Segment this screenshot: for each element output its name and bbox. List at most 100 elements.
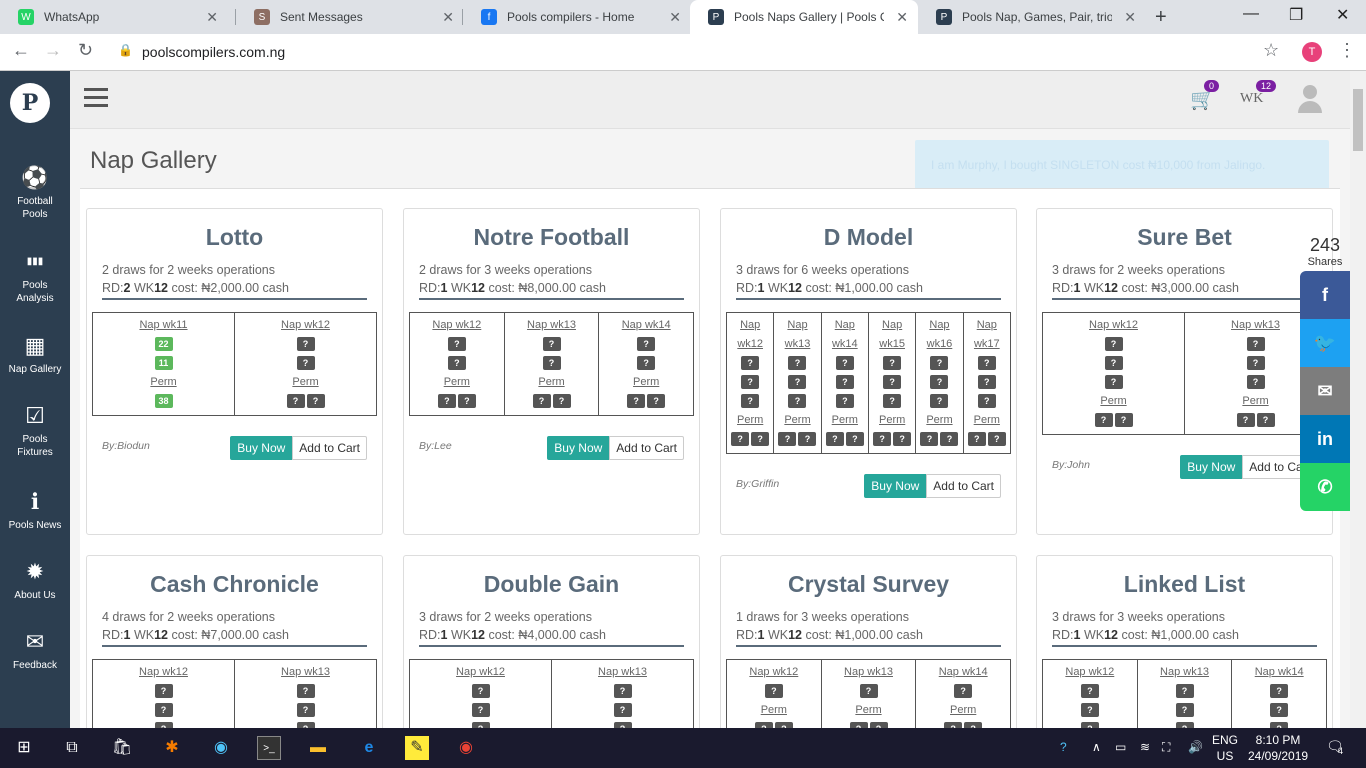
perm-link[interactable]: Perm	[822, 411, 868, 430]
wifi-icon[interactable]: ≋	[1140, 740, 1150, 754]
week-link[interactable]: Nap wk12	[1043, 316, 1184, 335]
close-tab-icon[interactable]: ✕	[206, 9, 218, 26]
file-explorer-icon[interactable]: ▬	[306, 736, 330, 760]
buy-now-button[interactable]: Buy Now	[547, 436, 610, 460]
week-link[interactable]: Nap wk11	[93, 316, 234, 335]
week-link[interactable]: Nap wk13	[552, 663, 693, 682]
week-link[interactable]: Nap wk12	[410, 663, 551, 682]
minimize-window-icon[interactable]: —	[1243, 5, 1259, 23]
chrome-icon[interactable]: ◉	[454, 736, 478, 760]
week-link[interactable]: Nap wk12	[235, 316, 376, 335]
week-label[interactable]: WK	[1240, 91, 1263, 107]
perm-link[interactable]: Perm	[599, 373, 693, 392]
perm-link[interactable]: Perm	[727, 701, 821, 720]
perm-link[interactable]: Perm	[235, 373, 376, 392]
browser-tab[interactable]: P Pools Nap, Games, Pair, trio, et ✕	[918, 0, 1146, 34]
windows-start-icon[interactable]: ⊞	[12, 736, 36, 760]
week-link[interactable]: Nap wk13	[1138, 663, 1232, 682]
user-avatar-icon[interactable]	[1298, 85, 1322, 113]
network-icon[interactable]: ⛶	[1162, 740, 1170, 755]
task-view-icon[interactable]: ⧉	[60, 736, 84, 760]
back-icon[interactable]: ←	[12, 40, 30, 61]
sidebar-item[interactable]: ✉ Feedback	[0, 629, 70, 672]
site-logo[interactable]: P	[10, 83, 50, 123]
week-link[interactable]: Nap wk14	[916, 663, 1010, 682]
week-link[interactable]: Nap wk12	[727, 316, 773, 354]
add-to-cart-button[interactable]: Add to Cart	[926, 474, 1001, 498]
language-indicator[interactable]: ENG US	[1212, 732, 1238, 764]
week-link[interactable]: Nap wk17	[964, 316, 1010, 354]
week-link[interactable]: Nap wk13	[505, 316, 599, 335]
week-link[interactable]: Nap wk12	[93, 663, 234, 682]
maximize-window-icon[interactable]: ❐	[1289, 5, 1303, 25]
profile-avatar[interactable]: T	[1302, 42, 1322, 62]
perm-link[interactable]: Perm	[916, 411, 962, 430]
sticky-notes-icon[interactable]: ✎	[405, 736, 429, 760]
email-share-icon[interactable]: ✉	[1300, 367, 1350, 415]
browser-tab[interactable]: W WhatsApp ✕	[0, 0, 228, 34]
browser-menu-icon[interactable]: ⋮	[1338, 40, 1356, 61]
week-link[interactable]: Nap wk12	[727, 663, 821, 682]
battery-icon[interactable]: ▭	[1115, 740, 1126, 754]
perm-link[interactable]: Perm	[93, 373, 234, 392]
perm-link[interactable]: Perm	[869, 411, 915, 430]
add-to-cart-button[interactable]: Add to Cart	[292, 436, 367, 460]
terminal-icon[interactable]: >_	[257, 736, 281, 760]
page-scrollbar[interactable]	[1350, 71, 1366, 728]
close-tab-icon[interactable]: ✕	[442, 9, 454, 26]
sidebar-item[interactable]: ⚽ Football Pools	[0, 165, 70, 221]
week-link[interactable]: Nap wk14	[599, 316, 693, 335]
xampp-icon[interactable]: ✱	[160, 736, 184, 760]
sidebar-item[interactable]: ℹ Pools News	[0, 489, 70, 532]
perm-link[interactable]: Perm	[964, 411, 1010, 430]
close-tab-icon[interactable]: ✕	[669, 9, 681, 26]
sidebar-item[interactable]: ☑ Pools Fixtures	[0, 403, 70, 459]
new-tab-button[interactable]: +	[1155, 6, 1167, 29]
twitter-share-icon[interactable]: 🐦	[1300, 319, 1350, 367]
perm-link[interactable]: Perm	[505, 373, 599, 392]
help-icon[interactable]: ?	[1060, 740, 1067, 754]
lock-icon[interactable]: 🔒	[118, 43, 133, 57]
perm-link[interactable]: Perm	[774, 411, 820, 430]
chevron-up-icon[interactable]: ∧	[1092, 740, 1101, 754]
close-tab-icon[interactable]: ✕	[896, 9, 908, 26]
perm-link[interactable]: Perm	[727, 411, 773, 430]
buy-now-button[interactable]: Buy Now	[230, 436, 293, 460]
week-link[interactable]: Nap wk15	[869, 316, 915, 354]
linkedin-share-icon[interactable]: in	[1300, 415, 1350, 463]
browser-tab[interactable]: f Pools compilers - Home ✕	[463, 0, 691, 34]
system-clock[interactable]: 8:10 PM 24/09/2019	[1248, 732, 1308, 764]
reload-icon[interactable]: ↻	[78, 40, 93, 61]
sidebar-item[interactable]: ▦ Nap Gallery	[0, 333, 70, 376]
buy-now-button[interactable]: Buy Now	[864, 474, 927, 498]
facebook-share-icon[interactable]: f	[1300, 271, 1350, 319]
edge-icon[interactable]: e	[357, 736, 381, 760]
close-window-icon[interactable]: ✕	[1336, 5, 1349, 25]
whatsapp-share-icon[interactable]: ✆	[1300, 463, 1350, 511]
store-icon[interactable]: 🛍	[110, 736, 134, 760]
bookmark-star-icon[interactable]: ☆	[1263, 40, 1279, 61]
browser-tab[interactable]: S Sent Messages ✕	[236, 0, 464, 34]
week-link[interactable]: Nap wk14	[1232, 663, 1326, 682]
browser-tab[interactable]: P Pools Naps Gallery | Pools Com ✕	[690, 0, 918, 34]
week-link[interactable]: Nap wk14	[822, 316, 868, 354]
volume-icon[interactable]: 🔊	[1188, 740, 1203, 754]
perm-link[interactable]: Perm	[410, 373, 504, 392]
add-to-cart-button[interactable]: Add to Cart	[609, 436, 684, 460]
sidebar-item[interactable]: ▮▮▮ Pools Analysis	[0, 249, 70, 305]
week-link[interactable]: Nap wk12	[1043, 663, 1137, 682]
week-link[interactable]: Nap wk13	[235, 663, 376, 682]
week-link[interactable]: Nap wk13	[774, 316, 820, 354]
perm-link[interactable]: Perm	[916, 701, 1010, 720]
forward-icon[interactable]: →	[44, 40, 62, 61]
week-link[interactable]: Nap wk12	[410, 316, 504, 335]
close-tab-icon[interactable]: ✕	[1124, 9, 1136, 26]
week-link[interactable]: Nap wk13	[822, 663, 916, 682]
perm-link[interactable]: Perm	[822, 701, 916, 720]
hamburger-menu-icon[interactable]	[84, 88, 108, 110]
address-bar[interactable]: poolscompilers.com.ng	[142, 44, 285, 60]
week-link[interactable]: Nap wk16	[916, 316, 962, 354]
scrollbar-thumb[interactable]	[1353, 89, 1363, 151]
sidebar-item[interactable]: ✹ About Us	[0, 559, 70, 602]
perm-link[interactable]: Perm	[1043, 392, 1184, 411]
